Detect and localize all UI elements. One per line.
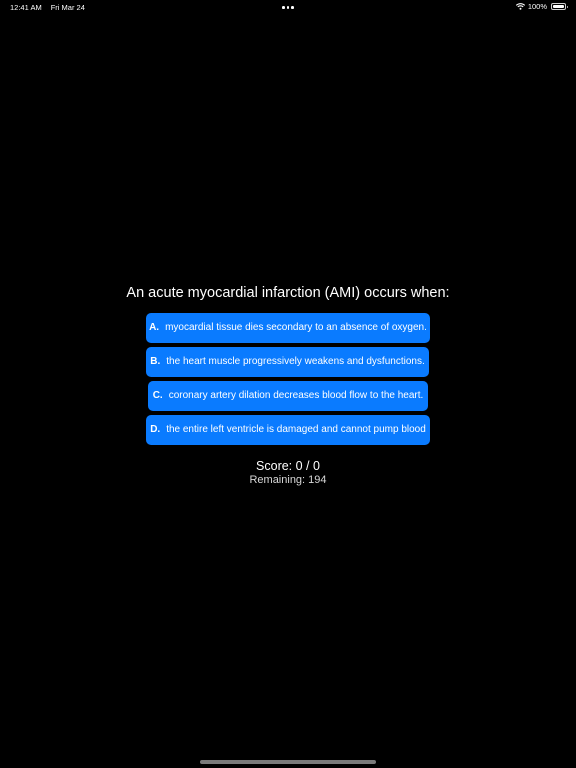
- answer-text: the entire left ventricle is damaged and…: [166, 424, 426, 435]
- wifi-icon: [515, 3, 525, 10]
- answer-text: the heart muscle progressively weakens a…: [166, 356, 425, 367]
- answer-letter: C.: [152, 390, 163, 401]
- answer-a-button[interactable]: A. myocardial tissue dies secondary to an…: [146, 313, 430, 343]
- status-left: 12:41 AM Fri Mar 24: [10, 3, 85, 12]
- answer-letter: B.: [150, 356, 161, 367]
- answer-letter: A.: [149, 322, 160, 333]
- answer-letter: D.: [150, 424, 161, 435]
- question-text: An acute myocardial infarction (AMI) occ…: [126, 285, 450, 301]
- answer-c-button[interactable]: C. coronary artery dilation decreases blo…: [148, 381, 428, 411]
- answer-text: coronary artery dilation decreases blood…: [168, 390, 424, 401]
- home-indicator[interactable]: [200, 760, 376, 764]
- battery-percent: 100%: [527, 2, 547, 11]
- status-date: Fri Mar 24: [50, 3, 85, 12]
- answer-text: myocardial tissue dies secondary to an a…: [165, 322, 427, 333]
- answer-d-button[interactable]: D. the entire left ventricle is damaged a…: [146, 415, 430, 445]
- score-text: Score: 0 / 0: [256, 459, 320, 473]
- status-right: 100%: [515, 2, 568, 11]
- three-dots-icon[interactable]: [282, 6, 294, 9]
- status-bar: 12:41 AM Fri Mar 24 100%: [0, 0, 576, 14]
- answer-b-button[interactable]: B. the heart muscle progressively weakens…: [146, 347, 429, 377]
- battery-full-icon: [551, 3, 568, 10]
- status-time: 12:41 AM: [10, 3, 42, 12]
- remaining-text: Remaining: 194: [249, 474, 327, 486]
